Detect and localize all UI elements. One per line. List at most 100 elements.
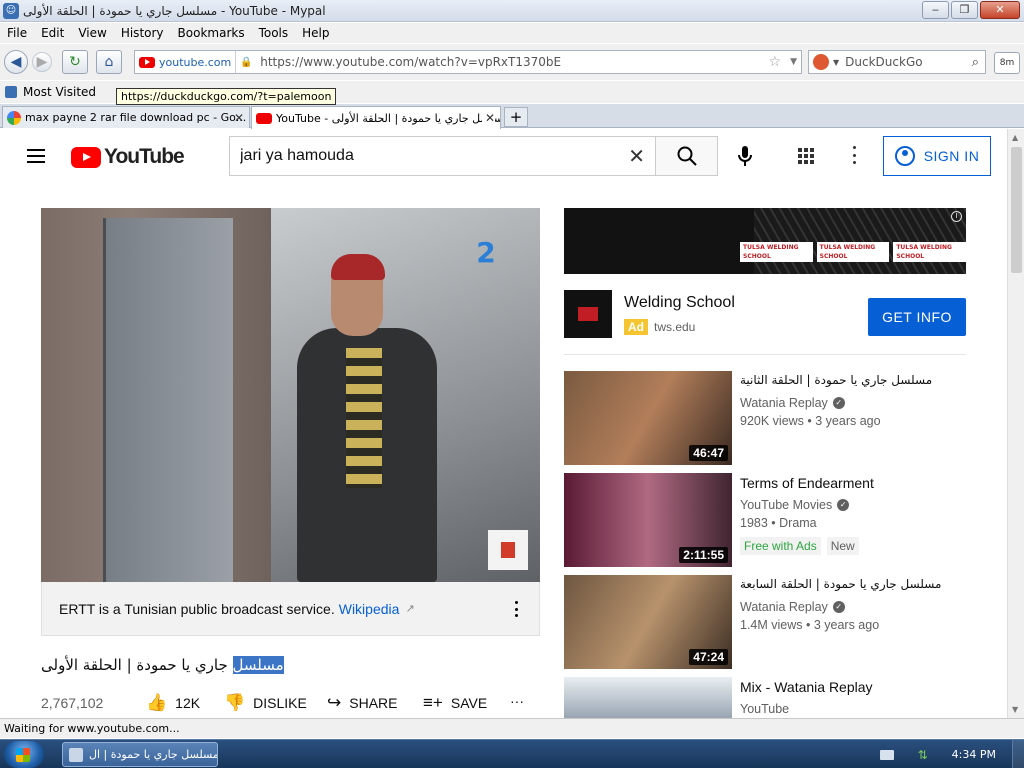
extension-button[interactable]: 8m xyxy=(994,52,1020,74)
rec-channel: Watania Replay ✓ xyxy=(740,396,845,410)
ad-badge: Ad xyxy=(624,319,648,335)
search-icon[interactable]: ⌕ xyxy=(972,55,979,70)
voice-search-button[interactable] xyxy=(731,142,759,170)
scroll-down-icon[interactable]: ▼ xyxy=(1012,705,1018,714)
address-bar[interactable]: youtube.com 🔒 https://www.youtube.com/wa… xyxy=(134,50,802,74)
web-page: YouTube ✕ SIGN IN 2 ERTT is a Tunisian p… xyxy=(0,129,1007,718)
browser-taskbar-icon xyxy=(69,747,83,762)
info-text: ERTT is a Tunisian public broadcast serv… xyxy=(59,600,400,617)
navigation-toolbar: ◀ ▶ ↻ ⌂ youtube.com 🔒 https://www.youtub… xyxy=(0,44,1024,80)
recommended-mix[interactable]: Mix - Watania Replay YouTube xyxy=(564,677,966,718)
youtube-logo[interactable]: YouTube xyxy=(71,145,185,169)
hamburger-menu-icon[interactable] xyxy=(27,149,45,163)
recommended-video[interactable]: 2:11:55 Terms of Endearment YouTube Movi… xyxy=(564,473,966,567)
ad-logo[interactable] xyxy=(564,290,612,338)
settings-kebab-icon[interactable] xyxy=(852,146,856,164)
menu-help[interactable]: Help xyxy=(295,26,336,40)
reload-icon: ↻ xyxy=(69,54,81,70)
url-dropdown-icon[interactable]: ▼ xyxy=(790,57,797,67)
youtube-favicon-icon xyxy=(256,112,272,124)
recommended-video[interactable]: 47:24 مسلسل جاري يا حمودة | الحلقة الساب… xyxy=(564,575,966,669)
clock[interactable]: 4:34 PM xyxy=(952,748,996,761)
sign-in-label: SIGN IN xyxy=(923,148,980,164)
menu-tools[interactable]: Tools xyxy=(252,26,296,40)
share-button[interactable]: ↪ SHARE xyxy=(327,693,397,713)
tab-close-icon[interactable]: ✕ xyxy=(481,111,495,125)
recommended-video[interactable]: 46:47 مسلسل جاري يا حمودة | الحلقة الثان… xyxy=(564,371,966,465)
start-button[interactable] xyxy=(4,741,44,768)
tab-google-search[interactable]: max payne 2 rar file download pc - Go...… xyxy=(2,106,250,128)
broadcaster-logo xyxy=(488,530,528,570)
user-circle-icon xyxy=(894,146,915,166)
search-input[interactable] xyxy=(240,147,620,165)
more-actions-button[interactable]: ··· xyxy=(510,693,524,709)
url-text: https://www.youtube.com/watch?v=vpRxT137… xyxy=(260,55,562,69)
tab-close-icon[interactable]: ✕ xyxy=(234,111,244,125)
ad-title[interactable]: Welding School xyxy=(624,294,735,312)
menu-file[interactable]: File xyxy=(0,26,34,40)
home-button[interactable]: ⌂ xyxy=(96,50,122,74)
search-button[interactable] xyxy=(655,136,718,176)
share-arrow-icon: ↪ xyxy=(327,693,342,712)
search-engine-box[interactable]: ▼ DuckDuckGo ⌕ xyxy=(808,50,986,74)
minimize-button[interactable]: ‒ xyxy=(922,1,949,19)
wikipedia-link[interactable]: Wikipedia xyxy=(339,601,400,617)
view-count: 2,767,102 xyxy=(41,695,104,711)
bookmark-most-visited[interactable]: Most Visited xyxy=(23,85,96,99)
info-more-icon[interactable] xyxy=(515,601,519,617)
ad-info-icon[interactable]: i xyxy=(951,211,962,222)
video-thumbnail[interactable] xyxy=(564,677,732,718)
taskbar-browser-item[interactable]: مسلسل جاري يا حمودة | ال... xyxy=(62,742,218,767)
close-button[interactable]: ✕ xyxy=(980,1,1020,19)
show-desktop-button[interactable] xyxy=(1012,740,1024,768)
clear-search-icon[interactable]: ✕ xyxy=(628,144,645,168)
back-button[interactable]: ◀ xyxy=(4,50,28,74)
scrollbar-thumb[interactable] xyxy=(1011,147,1022,273)
video-player[interactable]: 2 xyxy=(41,208,540,582)
forward-button[interactable]: ▶ xyxy=(32,52,52,72)
external-link-icon: ↗ xyxy=(405,602,415,615)
maximize-button[interactable]: ❐ xyxy=(951,1,978,19)
rec-title: مسلسل جاري يا حمودة | الحلقة السابعة xyxy=(740,577,942,591)
tab-youtube-video[interactable]: مسلسل جاري يا حمودة | الحلقة الأولى - Yo… xyxy=(251,106,501,129)
like-button[interactable]: 👍 12K xyxy=(146,693,200,713)
video-title: مسلسل جاري يا حمودة | الحلقة الأولى xyxy=(41,656,284,674)
dislike-button[interactable]: 👎 DISLIKE xyxy=(224,693,307,713)
verified-check-icon: ✓ xyxy=(837,499,850,511)
bookmark-star-icon[interactable]: ☆ xyxy=(768,54,781,70)
apps-grid-icon[interactable] xyxy=(798,148,814,164)
search-icon xyxy=(677,146,697,166)
status-bar: Waiting for www.youtube.com... xyxy=(0,718,1024,738)
search-engine-placeholder: DuckDuckGo xyxy=(845,55,923,69)
reload-button[interactable]: ↻ xyxy=(62,50,88,74)
title-rest: جاري يا حمودة | الحلقة الأولى xyxy=(41,656,228,674)
menu-bookmarks[interactable]: Bookmarks xyxy=(171,26,252,40)
sign-in-button[interactable]: SIGN IN xyxy=(883,136,991,176)
scroll-up-icon[interactable]: ▲ xyxy=(1012,133,1018,142)
ad-banner[interactable]: TULSA WELDING SCHOOL TULSA WELDING SCHOOL… xyxy=(564,208,966,274)
microphone-icon xyxy=(738,146,752,166)
youtube-search-field[interactable]: ✕ xyxy=(229,136,655,176)
youtube-wordmark: YouTube xyxy=(104,145,185,168)
site-domain: youtube.com xyxy=(159,55,232,69)
ad-domain: tws.edu xyxy=(654,320,696,334)
search-engine-dropdown-icon[interactable]: ▼ xyxy=(833,58,839,67)
get-info-button[interactable]: GET INFO xyxy=(868,298,966,336)
menu-view[interactable]: View xyxy=(71,26,113,40)
video-thumbnail[interactable]: 2:11:55 xyxy=(564,473,732,567)
page-scrollbar[interactable]: ▲ ▼ xyxy=(1007,129,1024,718)
duckduckgo-icon xyxy=(813,54,829,70)
save-button[interactable]: ≡+ SAVE xyxy=(423,693,487,713)
site-identity[interactable]: youtube.com xyxy=(135,51,237,73)
duration-badge: 46:47 xyxy=(689,445,728,461)
new-tab-button[interactable]: + xyxy=(504,107,528,127)
duration-badge: 2:11:55 xyxy=(679,547,728,563)
video-thumbnail[interactable]: 47:24 xyxy=(564,575,732,669)
browser-app-icon: ☺ xyxy=(3,2,19,19)
menu-edit[interactable]: Edit xyxy=(34,26,71,40)
back-arrow-icon: ◀ xyxy=(10,54,22,70)
menu-history[interactable]: History xyxy=(114,26,171,40)
video-thumbnail[interactable]: 46:47 xyxy=(564,371,732,465)
network-icon[interactable]: ⇅ xyxy=(918,749,932,761)
keyboard-icon[interactable] xyxy=(879,749,894,760)
